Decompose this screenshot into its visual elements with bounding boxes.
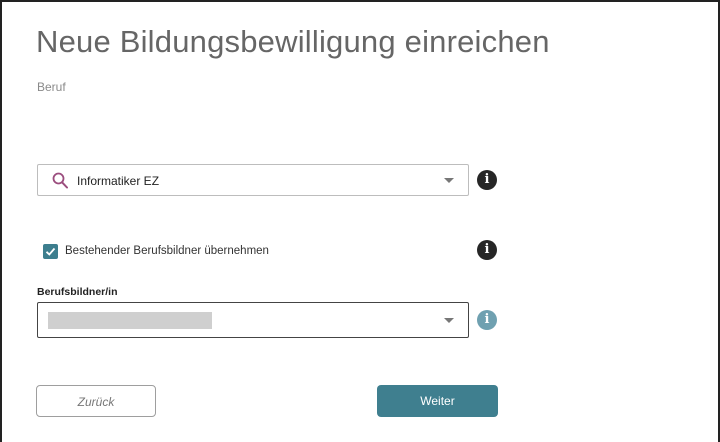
job-select[interactable]: Informatiker EZ xyxy=(37,164,469,196)
info-icon[interactable]: i xyxy=(477,170,497,190)
checkmark-icon xyxy=(45,247,56,256)
trainer-select[interactable]: I xyxy=(37,302,469,338)
take-over-trainer-label: Bestehender Berufsbildner übernehmen xyxy=(65,245,269,257)
trainer-field-label: Berufsbildner/in xyxy=(37,286,118,298)
back-button[interactable]: Zurück xyxy=(36,385,156,417)
next-button[interactable]: Weiter xyxy=(377,385,498,417)
redacted-value xyxy=(48,312,212,329)
chevron-down-icon[interactable] xyxy=(444,178,454,183)
job-select-value: Informatiker EZ xyxy=(77,174,160,188)
page-subtitle: Beruf xyxy=(37,80,66,94)
take-over-trainer-checkbox[interactable] xyxy=(43,244,58,259)
info-icon[interactable]: i xyxy=(477,240,497,260)
page-frame xyxy=(0,0,720,442)
search-icon xyxy=(52,172,68,189)
chevron-down-icon[interactable] xyxy=(444,318,454,323)
info-icon[interactable]: i xyxy=(477,310,497,330)
page-title: Neue Bildungsbewilligung einreichen xyxy=(36,24,550,59)
